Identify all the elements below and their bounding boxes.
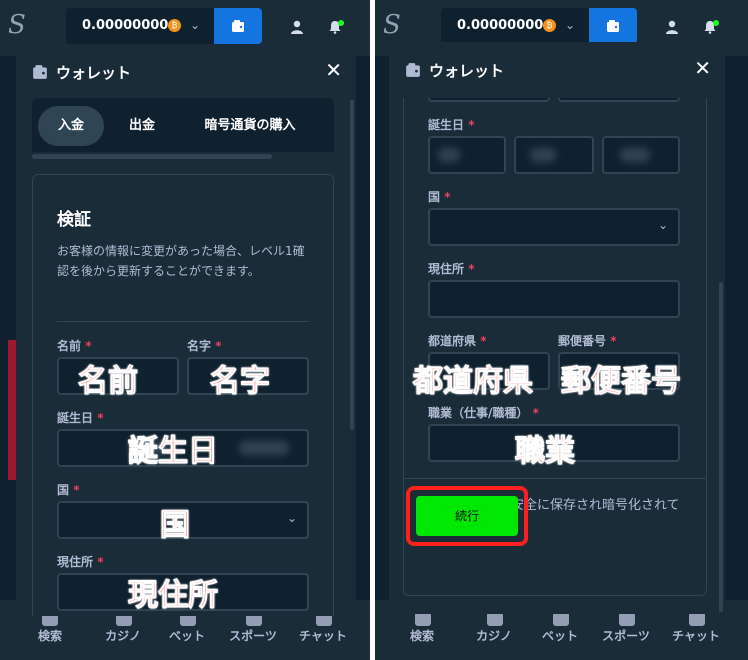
balance-amount: 0.00000000 [457,18,544,33]
tab-withdraw[interactable]: 出金 [112,106,172,146]
prefecture-label: 都道府県 * [428,334,487,348]
annotation-last-name: 名字 [210,364,271,400]
wallet-icon [406,63,420,77]
country-label: 国 * [428,190,451,204]
modal-scrollbar[interactable] [350,100,354,430]
user-icon[interactable] [290,20,304,34]
country-select[interactable]: ⌄ [428,208,680,246]
sports-icon [619,612,635,626]
wallet-icon [607,20,619,32]
bet-icon [553,612,569,626]
modal-header: ウォレット ✕ [16,44,356,100]
chevron-down-icon: ⌄ [657,218,668,232]
modal-title: ウォレット [429,62,505,80]
search-icon [415,612,431,626]
nav-chat[interactable]: チャット [288,627,358,644]
first-name-label: 名前 * [57,339,92,353]
divider [57,321,309,322]
annotation-prefecture: 都道府県 [413,364,534,400]
left-screenshot: S 0.00000000 ₿ ⌄ 検索 カジノ ベット スポーツ チャット ウォ… [0,0,370,660]
tab-deposit[interactable]: 入金 [38,106,104,146]
birth-day-input[interactable] [428,136,506,174]
tabs-scrollbar[interactable] [32,154,272,159]
balance-selector[interactable]: 0.00000000 ₿ ⌄ [441,8,589,44]
nav-casino[interactable]: カジノ [88,627,158,644]
notification-dot [713,20,719,26]
close-icon[interactable]: ✕ [694,58,711,78]
continue-button[interactable]: 続行 [416,496,518,536]
modal-title: ウォレット [56,64,132,82]
user-icon[interactable] [665,20,679,34]
annotation-country: 国 [160,508,191,544]
nav-bet[interactable]: ベット [152,627,222,644]
birth-year-input[interactable] [602,136,680,174]
chevron-down-icon: ⌄ [565,18,576,32]
casino-icon [487,612,503,626]
annotation-postal-code: 郵便番号 [561,364,682,400]
notification-dot [338,20,344,26]
bitcoin-icon: ₿ [168,19,181,32]
divider [404,478,706,479]
nav-casino[interactable]: カジノ [459,627,529,644]
tab-buy-crypto[interactable]: 暗号通貨の購入 [180,106,320,146]
logo[interactable]: S [8,10,26,40]
annotation-first-name: 名前 [78,364,139,400]
modal-scrollbar[interactable] [719,282,723,612]
chevron-down-icon: ⌄ [190,18,201,32]
right-screenshot: S 0.00000000 ₿ ⌄ 検索 カジノ ベット スポーツ チャット ウォ… [375,0,748,660]
wallet-icon [232,20,244,32]
birthdate-label: 誕生日 * [57,411,104,425]
continue-highlight: 続行 [406,486,528,546]
address-input[interactable] [428,280,680,318]
country-label: 国 * [57,483,80,497]
verification-heading: 検証 [57,210,91,230]
wallet-button[interactable] [589,8,637,44]
modal-header: ウォレット ✕ [389,42,725,98]
verification-description: お客様の情報に変更があった場合、レベル1確認を後から更新することができます。 [57,244,305,278]
address-label: 現住所 * [428,262,475,276]
nav-search[interactable]: 検索 [387,627,457,644]
last-name-label: 名字 * [187,339,222,353]
annotation-address: 現住所 [128,578,219,614]
nav-sports[interactable]: スポーツ [591,627,661,644]
balance-amount: 0.00000000 [82,18,169,33]
nav-chat[interactable]: チャット [661,627,731,644]
annotation-birthdate: 誕生日 [128,434,219,470]
birth-month-select[interactable] [514,136,594,174]
nav-search[interactable]: 検索 [15,627,85,644]
bitcoin-icon: ₿ [543,19,556,32]
chevron-down-icon: ⌄ [286,511,297,525]
wallet-icon [33,65,47,79]
redacted-value [530,148,556,162]
annotation-occupation: 職業 [515,434,576,470]
close-icon[interactable]: ✕ [325,60,342,80]
address-label: 現住所 * [57,555,104,569]
chat-icon [689,612,705,626]
logo[interactable]: S [383,10,401,40]
redacted-value [438,148,460,162]
wallet-tabs: 入金 出金 暗号通貨の購入 [32,98,334,152]
redacted-value [239,441,289,455]
wallet-button[interactable] [214,8,262,44]
nav-bet[interactable]: ベット [525,627,595,644]
nav-sports[interactable]: スポーツ [218,627,288,644]
occupation-label: 職業（仕事/職種） * [428,406,539,420]
birthdate-label: 誕生日 * [428,118,475,132]
postal-code-label: 郵便番号 * [558,334,617,348]
balance-selector[interactable]: 0.00000000 ₿ ⌄ [66,8,214,44]
redacted-value [620,148,650,162]
